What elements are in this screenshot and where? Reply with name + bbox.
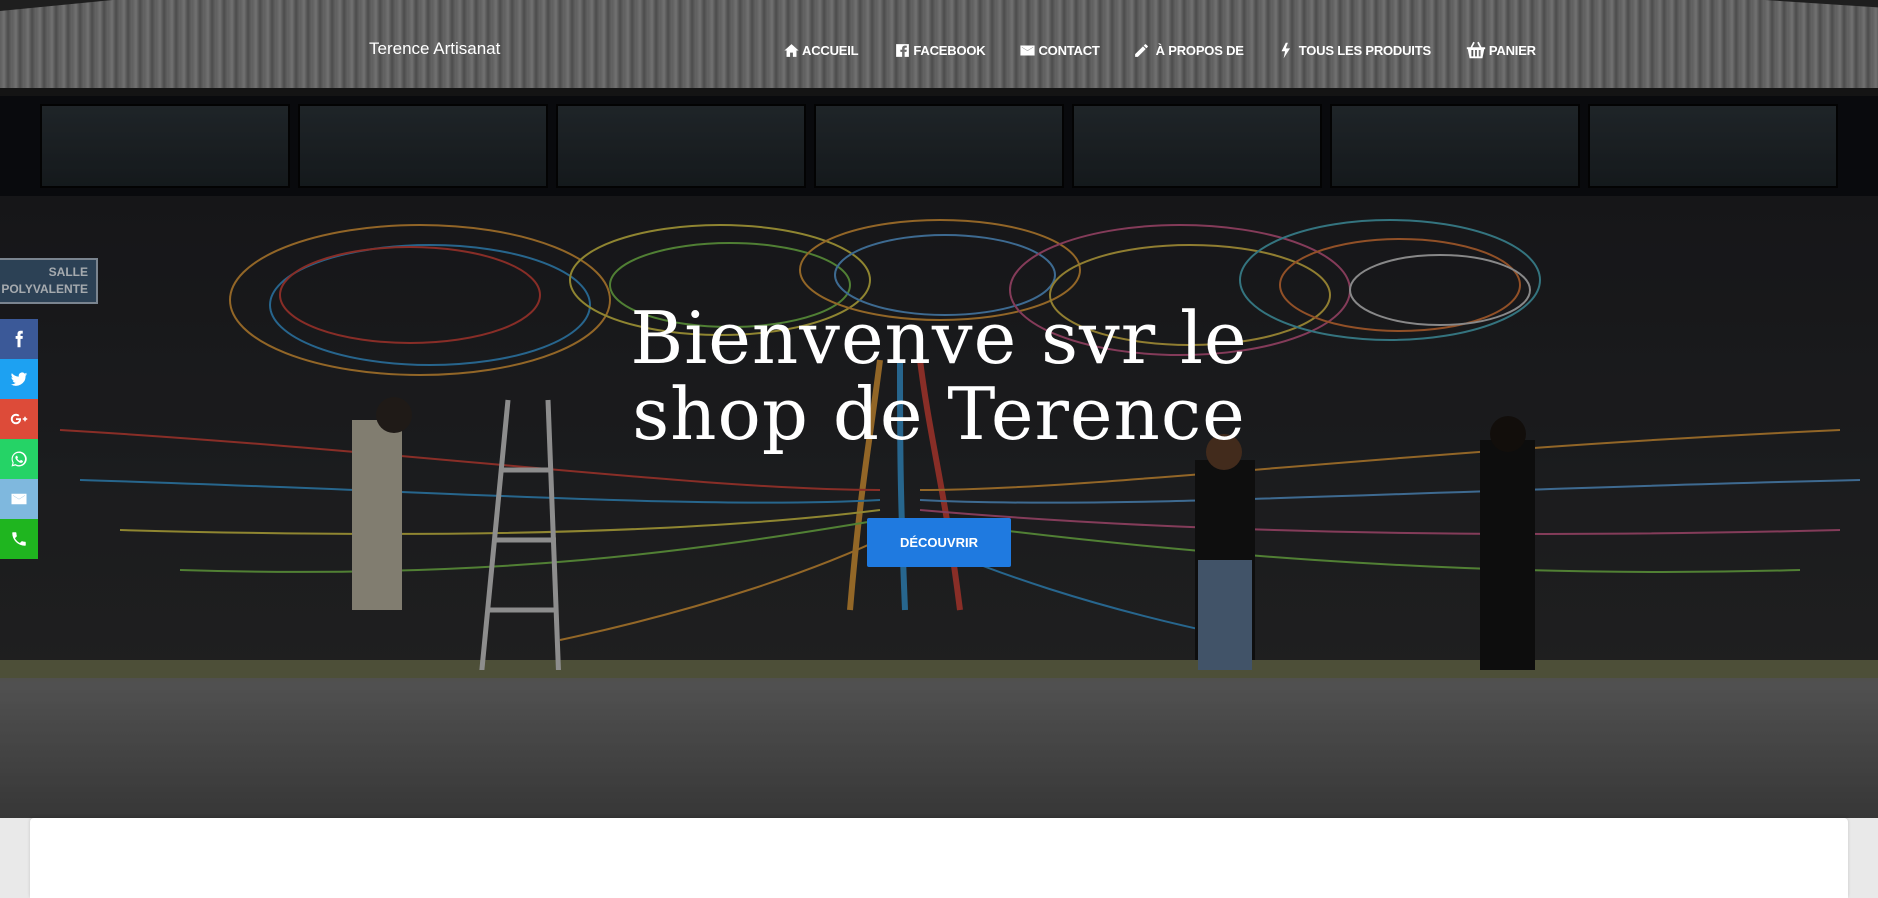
menu-item-panier[interactable]: PANIER bbox=[1465, 39, 1536, 61]
share-google-plus-button[interactable] bbox=[0, 399, 38, 439]
menu-item-label: À PROPOS DE bbox=[1155, 42, 1244, 58]
facebook-share-icon bbox=[15, 330, 23, 348]
menu-item-label: FACEBOOK bbox=[913, 42, 986, 58]
share-email-button[interactable] bbox=[0, 479, 38, 519]
share-phone-button[interactable] bbox=[0, 519, 38, 559]
hero-title: Bienvenve svr le shop de Terence bbox=[600, 300, 1278, 452]
home-icon bbox=[784, 43, 799, 57]
share-twitter-button[interactable] bbox=[0, 359, 38, 399]
facebook-icon bbox=[896, 43, 910, 57]
basket-icon bbox=[1466, 41, 1486, 59]
bolt-icon bbox=[1281, 42, 1290, 58]
social-share-sidebar bbox=[0, 319, 38, 559]
menu-item-accueil[interactable]: ACCUEIL bbox=[783, 42, 859, 59]
share-facebook-button[interactable] bbox=[0, 319, 38, 359]
main-content-card bbox=[30, 818, 1848, 898]
email-share-icon bbox=[11, 493, 27, 505]
hero-title-line-1: Bienvenve svr le bbox=[630, 296, 1248, 380]
menu-item-label: PANIER bbox=[1488, 42, 1536, 58]
main-menu: ACCUEIL FACEBOOK CONTACT À PROPOS DE TOU… bbox=[783, 39, 1536, 61]
menu-item-label: ACCUEIL bbox=[802, 42, 859, 58]
twitter-share-icon bbox=[10, 372, 28, 386]
hero-title-line-2: shop de Terence bbox=[632, 372, 1246, 456]
share-whatsapp-button[interactable] bbox=[0, 439, 38, 479]
google-plus-share-icon bbox=[10, 413, 28, 425]
decouvrir-button[interactable]: DÉCOUVRIR bbox=[867, 518, 1011, 567]
menu-item-contact[interactable]: CONTACT bbox=[1019, 42, 1100, 59]
phone-share-icon bbox=[12, 532, 26, 546]
brand-link[interactable]: Terence Artisanat bbox=[369, 39, 500, 59]
mail-icon bbox=[1020, 45, 1036, 55]
whatsapp-share-icon bbox=[11, 451, 27, 467]
menu-item-label: TOUS LES PRODUITS bbox=[1298, 42, 1431, 58]
menu-item-facebook[interactable]: FACEBOOK bbox=[894, 42, 986, 59]
menu-item-a-propos[interactable]: À PROPOS DE bbox=[1133, 42, 1244, 59]
menu-item-tous-les-produits[interactable]: TOUS LES PRODUITS bbox=[1278, 42, 1431, 59]
top-navbar: Terence Artisanat ACCUEIL FACEBOOK CONTA… bbox=[0, 0, 1878, 100]
pencil-icon bbox=[1134, 43, 1148, 57]
menu-item-label: CONTACT bbox=[1038, 42, 1100, 58]
